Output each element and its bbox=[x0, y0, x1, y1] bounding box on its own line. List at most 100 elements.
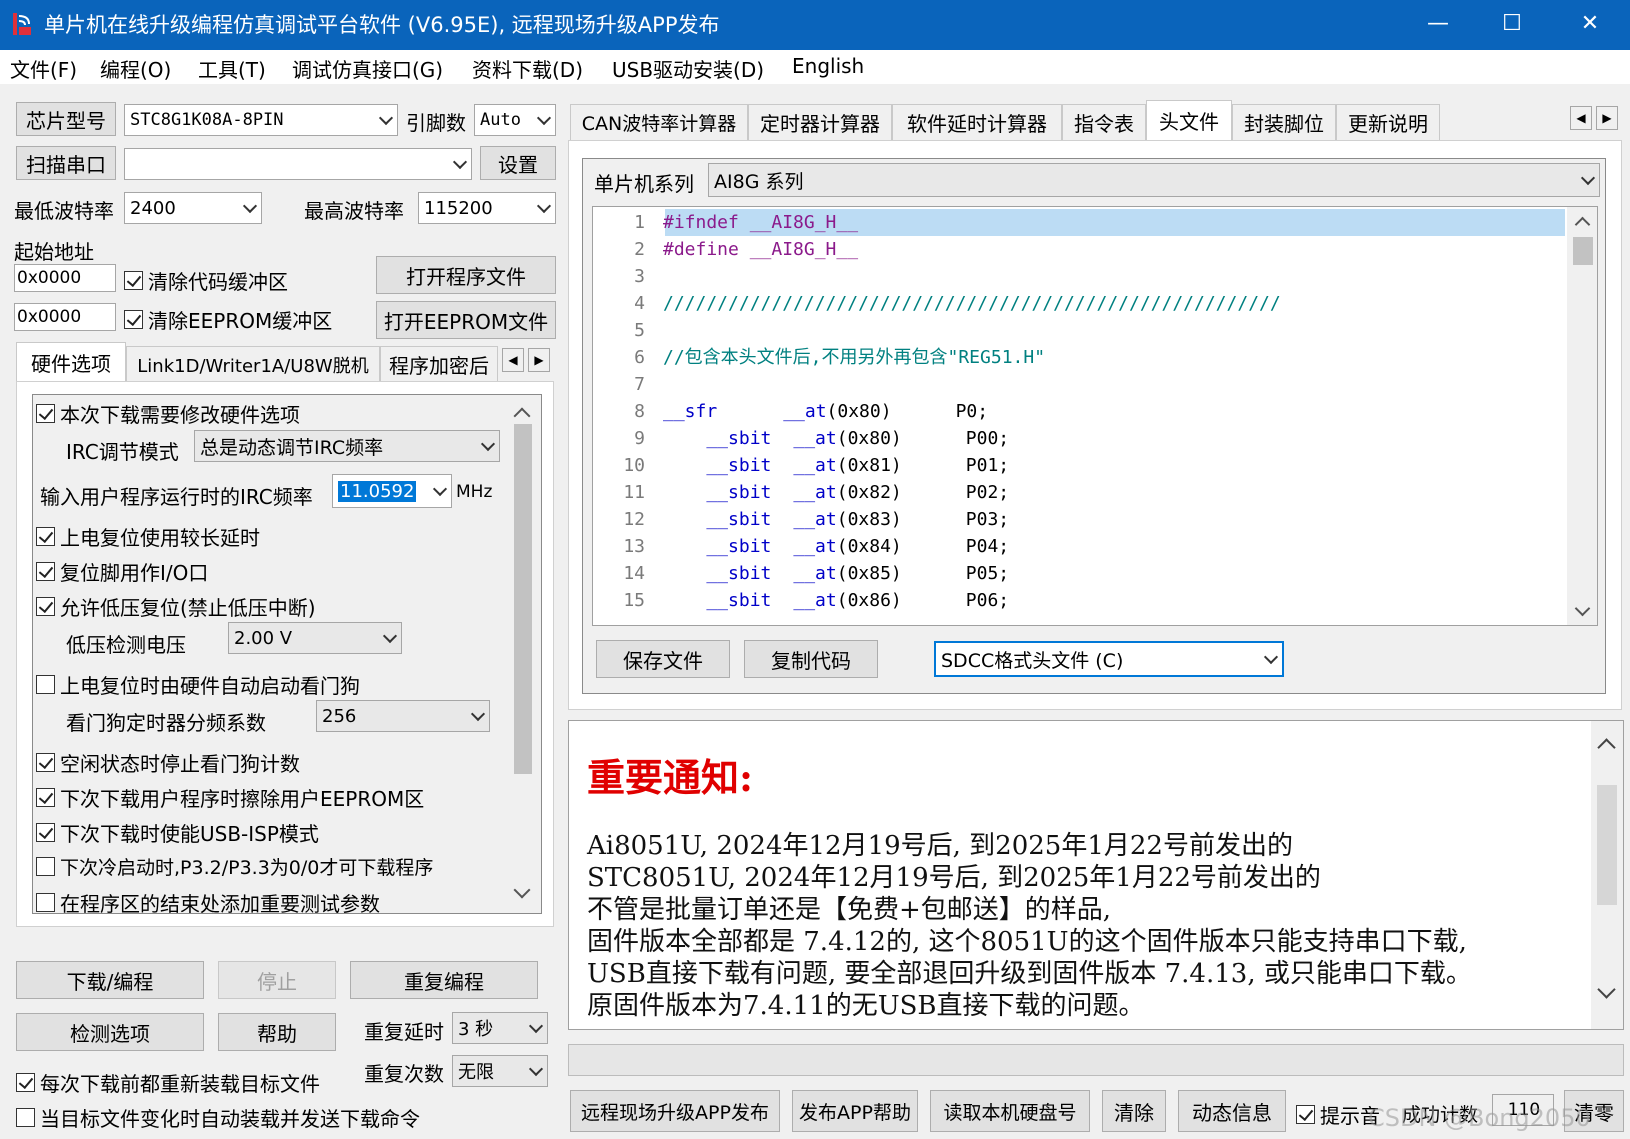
add-params-checkbox[interactable]: 在程序区的结束处添加重要测试参数 bbox=[36, 888, 380, 917]
tab-package-pins[interactable]: 封装脚位 bbox=[1232, 104, 1336, 140]
line-number: 5 bbox=[634, 320, 645, 341]
auto-reload-label: 当目标文件变化时自动装载并发送下载命令 bbox=[40, 1107, 420, 1131]
tab-encrypt[interactable]: 程序加密后 bbox=[380, 346, 498, 382]
scroll-down-icon[interactable] bbox=[513, 881, 531, 899]
lvr-checkbox[interactable]: 允许低压复位(禁止低压中断) bbox=[36, 592, 316, 621]
line-number: 12 bbox=[623, 509, 645, 530]
code-line: 6 //包含本头文件后,不用另外再包含"REG51.H" bbox=[593, 344, 1533, 371]
lvd-select[interactable]: 2.00 V bbox=[228, 622, 402, 654]
menu-tools[interactable]: 工具(T) bbox=[198, 54, 266, 83]
scrollbar-thumb[interactable] bbox=[514, 424, 532, 774]
reload-each-checkbox[interactable]: 每次下载前都重新装载目标文件 bbox=[16, 1068, 320, 1097]
auto-reload-checkbox[interactable]: 当目标文件变化时自动装载并发送下载命令 bbox=[16, 1103, 420, 1132]
reprogram-button[interactable]: 重复编程 bbox=[350, 961, 538, 999]
scroll-up-icon[interactable] bbox=[1574, 216, 1591, 233]
scroll-up-icon[interactable] bbox=[1597, 738, 1616, 757]
irc-mode-select[interactable]: 总是动态调节IRC频率 bbox=[194, 430, 500, 462]
app-icon bbox=[12, 12, 34, 36]
scroll-down-icon[interactable] bbox=[1597, 980, 1616, 999]
tab-right-arrow-icon[interactable]: ▶ bbox=[528, 348, 550, 372]
notice-title: 重要通知: bbox=[587, 755, 754, 800]
menu-download[interactable]: 资料下载(D) bbox=[472, 54, 583, 83]
tab-instructions[interactable]: 指令表 bbox=[1062, 104, 1146, 140]
chip-select[interactable]: STC8G1K08A-8PIN bbox=[124, 104, 398, 136]
close-button[interactable]: ✕ bbox=[1558, 6, 1622, 42]
scroll-down-icon[interactable] bbox=[1574, 600, 1591, 617]
eeprom-address-input[interactable]: 0x0000 bbox=[14, 303, 116, 331]
tab-timer-calc[interactable]: 定时器计算器 bbox=[748, 104, 892, 140]
app-help-button[interactable]: 发布APP帮助 bbox=[792, 1090, 918, 1132]
pins-select[interactable]: Auto bbox=[474, 104, 556, 136]
open-program-button[interactable]: 打开程序文件 bbox=[376, 256, 556, 294]
line-source: __sbit __at(0x82) P02; bbox=[663, 482, 1010, 503]
min-baud-select[interactable]: 2400 bbox=[124, 192, 262, 224]
mcu-series-label: 单片机系列 bbox=[594, 172, 694, 196]
clear-eeprom-checkbox[interactable]: 清除EEPROM缓冲区 bbox=[124, 305, 332, 334]
scrollbar-thumb[interactable] bbox=[1597, 785, 1617, 905]
chevron-down-icon bbox=[452, 154, 468, 170]
notice-scrollbar[interactable] bbox=[1591, 721, 1623, 1029]
tab-release-notes[interactable]: 更新说明 bbox=[1336, 104, 1440, 140]
tab-can-baud[interactable]: CAN波特率计算器 bbox=[570, 104, 748, 140]
tab-header-file[interactable]: 头文件 bbox=[1146, 100, 1232, 140]
copy-code-button[interactable]: 复制代码 bbox=[744, 640, 878, 678]
line-source: #ifndef __AI8G_H__ bbox=[663, 212, 859, 233]
code-line: 13 __sbit __at(0x84) P04; bbox=[593, 533, 1533, 560]
format-select[interactable]: SDCC格式头文件 (C) bbox=[934, 641, 1284, 677]
scrollbar-thumb[interactable] bbox=[1573, 237, 1593, 265]
repeat-delay-select[interactable]: 3 秒 bbox=[452, 1012, 548, 1044]
maximize-button[interactable]: ☐ bbox=[1480, 6, 1544, 42]
long-delay-checkbox[interactable]: 上电复位使用较长延时 bbox=[36, 522, 260, 551]
idle-stop-wdt-checkbox[interactable]: 空闲状态时停止看门狗计数 bbox=[36, 748, 300, 777]
options-scrollbar[interactable] bbox=[508, 396, 538, 912]
clear-button[interactable]: 清除 bbox=[1102, 1090, 1166, 1132]
line-number: 9 bbox=[634, 428, 645, 449]
scroll-up-icon[interactable] bbox=[513, 407, 531, 425]
repeat-count-select[interactable]: 无限 bbox=[452, 1055, 548, 1087]
wdt-div-select[interactable]: 256 bbox=[316, 700, 490, 732]
irc-freq-value: 11.0592 bbox=[338, 480, 417, 502]
tab-delay-calc[interactable]: 软件延时计算器 bbox=[892, 104, 1062, 140]
reset-io-checkbox[interactable]: 复位脚用作I/O口 bbox=[36, 557, 208, 586]
stop-button[interactable]: 停止 bbox=[218, 961, 336, 999]
menu-file[interactable]: 文件(F) bbox=[10, 54, 77, 83]
tab-left-arrow-icon[interactable]: ◀ bbox=[1570, 106, 1592, 130]
tab-hardware-options[interactable]: 硬件选项 bbox=[16, 342, 126, 382]
menu-program[interactable]: 编程(O) bbox=[100, 54, 171, 83]
port-select[interactable] bbox=[124, 148, 472, 180]
code-address-input[interactable]: 0x0000 bbox=[14, 264, 116, 292]
menu-english[interactable]: English bbox=[792, 54, 864, 78]
dynamic-info-button[interactable]: 动态信息 bbox=[1178, 1090, 1286, 1132]
settings-button[interactable]: 设置 bbox=[480, 146, 556, 180]
chip-type-button[interactable]: 芯片型号 bbox=[16, 102, 116, 136]
minimize-button[interactable]: — bbox=[1406, 6, 1470, 42]
read-disk-button[interactable]: 读取本机硬盘号 bbox=[930, 1090, 1090, 1132]
tab-link1d[interactable]: Link1D/Writer1A/U8W脱机 bbox=[126, 346, 380, 382]
code-scrollbar[interactable] bbox=[1567, 207, 1597, 625]
irc-freq-select[interactable]: 11.0592 bbox=[332, 474, 452, 508]
open-eeprom-button[interactable]: 打开EEPROM文件 bbox=[376, 301, 556, 339]
check-options-button[interactable]: 检测选项 bbox=[16, 1013, 204, 1051]
chevron-down-icon bbox=[528, 1061, 544, 1077]
line-source: __sbit __at(0x85) P05; bbox=[663, 563, 1010, 584]
usb-isp-checkbox[interactable]: 下次下载时使能USB-ISP模式 bbox=[36, 818, 319, 847]
help-button[interactable]: 帮助 bbox=[218, 1013, 336, 1051]
menu-usb-driver[interactable]: USB驱动安装(D) bbox=[612, 54, 764, 83]
erase-eeprom-checkbox[interactable]: 下次下载用户程序时擦除用户EEPROM区 bbox=[36, 783, 424, 812]
line-source: __sbit __at(0x84) P04; bbox=[663, 536, 1010, 557]
scan-port-button[interactable]: 扫描串口 bbox=[16, 146, 116, 180]
p32-p33-checkbox[interactable]: 下次冷启动时,P3.2/P3.3为0/0才可下载程序 bbox=[36, 853, 433, 880]
remote-publish-button[interactable]: 远程现场升级APP发布 bbox=[570, 1090, 780, 1132]
menu-debug[interactable]: 调试仿真接口(G) bbox=[292, 54, 443, 83]
modify-hw-checkbox[interactable]: 本次下载需要修改硬件选项 bbox=[36, 399, 300, 428]
wdt-auto-checkbox[interactable]: 上电复位时由硬件自动启动看门狗 bbox=[36, 670, 360, 699]
code-editor[interactable]: 1 #ifndef __AI8G_H__ 2 #define __AI8G_H__ 3 4… bbox=[592, 206, 1598, 626]
save-file-button[interactable]: 保存文件 bbox=[596, 640, 730, 678]
download-button[interactable]: 下载/编程 bbox=[16, 961, 204, 999]
tab-right-arrow-icon[interactable]: ▶ bbox=[1596, 106, 1618, 130]
tab-left-arrow-icon[interactable]: ◀ bbox=[502, 348, 524, 372]
mcu-series-select[interactable]: AI8G 系列 bbox=[708, 163, 1600, 197]
max-baud-select[interactable]: 115200 bbox=[418, 192, 556, 224]
clear-code-checkbox[interactable]: 清除代码缓冲区 bbox=[124, 266, 288, 295]
min-baud-value: 2400 bbox=[130, 197, 176, 219]
